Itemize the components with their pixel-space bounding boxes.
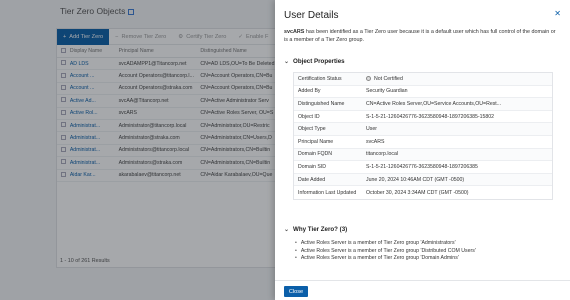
properties-table: Certification Status Not Certified Added B… [293,72,553,200]
user-details-panel: User Details ✕ svcARS has been identifie… [275,0,570,300]
property-value: S-1-5-21-1260426776-3623580948-189720638… [366,113,495,120]
property-key: Date Added [298,176,326,183]
property-key: Object ID [298,113,320,120]
property-row: Principal Name svcARS [294,136,552,149]
property-row: Date Added June 20, 2024 10:46AM CDT (GMT… [294,173,552,187]
property-key: Added By [298,88,321,95]
property-key: Object Type [298,126,326,133]
why-tier-zero-toggle[interactable]: ⌄ Why Tier Zero? (3) [284,226,347,233]
property-key: Certification Status [298,75,342,82]
property-key: Information Last Updated [298,189,357,196]
property-value: titancorp.local [366,151,399,158]
property-value: October 30, 2024 3:34AM CDT (GMT -0500) [366,189,469,196]
list-item: Active Roles Server is a member of Tier … [295,248,476,256]
property-row: Information Last Updated October 30, 2024… [294,186,552,199]
object-properties-toggle[interactable]: ⌄ Object Properties [284,58,345,65]
property-value: Security Guardian [366,88,408,95]
property-key: Domain SID [298,163,326,170]
property-value: User [366,126,377,133]
property-key: Distinguished Name [298,100,345,107]
user-name: svcARS [284,29,305,35]
chevron-down-icon: ⌄ [284,227,290,233]
property-row: Domain FQDN titancorp.local [294,148,552,162]
close-icon[interactable]: ✕ [554,9,561,18]
property-value: June 20, 2024 10:46AM CDT (GMT -0500) [366,176,465,183]
property-row: Object ID S-1-5-21-1260426776-3623580948-… [294,111,552,124]
chevron-down-icon: ⌄ [284,59,290,65]
list-item: Active Roles Server is a member of Tier … [295,255,476,263]
list-item: Active Roles Server is a member of Tier … [295,240,476,248]
why-tier-zero-list: Active Roles Server is a member of Tier … [295,240,476,263]
property-key: Domain FQDN [298,151,333,158]
property-value: svcARS [366,138,385,145]
property-row: Added By Security Guardian [294,86,552,99]
property-row: Object Type User [294,123,552,136]
panel-title: User Details [284,10,339,21]
footer-divider [275,280,570,281]
property-value: S-1-5-21-1260426776-3623580948-189720638… [366,163,478,170]
property-value: Not Certified [366,75,552,82]
status-indicator-icon [366,75,371,81]
property-value: CN=Active Roles Server,OU=Service Accoun… [366,100,502,107]
intro-text: svcARS has been identified as a Tier Zer… [284,29,556,43]
property-row: Distinguished Name CN=Active Roles Server… [294,98,552,111]
property-key: Principal Name [298,138,334,145]
property-row: Domain SID S-1-5-21-1260426776-3623580948… [294,161,552,174]
property-row: Certification Status Not Certified [294,73,552,86]
close-button[interactable]: Close [284,286,308,297]
